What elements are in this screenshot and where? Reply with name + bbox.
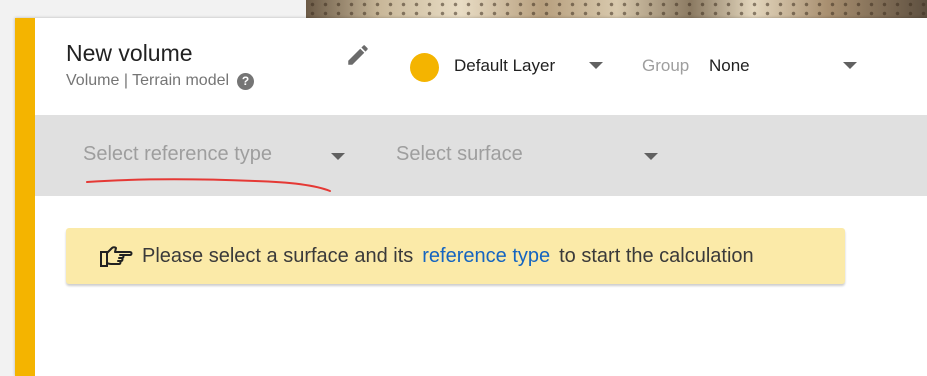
group-caret-down-icon[interactable] [843, 62, 857, 69]
surface-select[interactable]: Select surface [396, 143, 523, 166]
group-label: Group [642, 56, 690, 75]
notice-text-after: to start the calculation [559, 244, 754, 267]
surface-caret-down-icon[interactable] [644, 153, 658, 160]
group-select[interactable]: None [709, 56, 750, 76]
pointing-hand-icon [100, 246, 133, 267]
reference-type-link[interactable]: reference type [422, 245, 550, 268]
volume-panel: New volume Volume | Terrain model ? Defa… [15, 18, 927, 376]
accent-bar [15, 18, 35, 376]
info-notice: Please select a surface and its referenc… [66, 228, 845, 284]
red-annotation-underline [86, 178, 331, 192]
screenshot-frame: New volume Volume | Terrain model ? Defa… [0, 0, 927, 376]
reference-type-select[interactable]: Select reference type [83, 143, 272, 166]
layer-color-dot [410, 53, 439, 82]
volume-title: New volume [66, 40, 193, 66]
background-map-texture [306, 0, 927, 20]
help-icon[interactable]: ? [237, 72, 255, 90]
volume-subtitle: Volume | Terrain model ? [66, 72, 255, 90]
notice-text-before: Please select a surface and its [142, 244, 414, 267]
subtitle-text: Volume | Terrain model [66, 72, 230, 89]
layer-caret-down-icon[interactable] [589, 62, 603, 69]
reference-caret-down-icon[interactable] [331, 153, 345, 160]
pencil-icon[interactable] [345, 42, 371, 68]
layer-select[interactable]: Default Layer [454, 56, 555, 76]
